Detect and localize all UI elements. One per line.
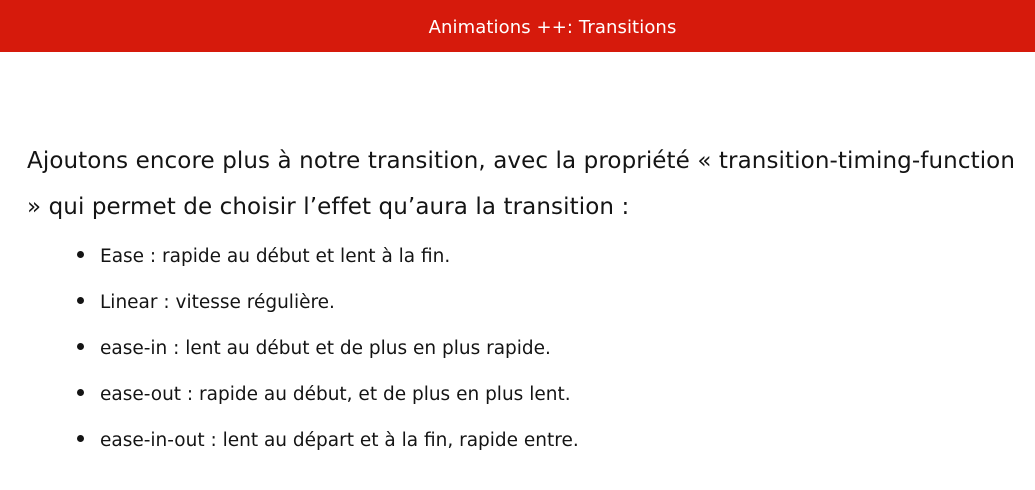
slide-content: Ajoutons encore plus à notre transition,… [27, 138, 1027, 464]
list-item: Linear : vitesse régulière. [77, 280, 1027, 326]
list-item-text: ease-in-out : lent au départ et à la fin… [100, 430, 579, 451]
slide-header-bar: Animations ++: Transitions [0, 0, 1035, 52]
list-item-text: Linear : vitesse régulière. [100, 292, 335, 313]
bullet-icon [77, 435, 84, 442]
timing-function-list: Ease : rapide au début et lent à la fin.… [27, 234, 1027, 464]
list-item-text: Ease : rapide au début et lent à la fin. [100, 246, 451, 267]
list-item-text: ease-in : lent au début et de plus en pl… [100, 338, 551, 359]
bullet-icon [77, 389, 84, 396]
list-item: ease-in-out : lent au départ et à la fin… [77, 418, 1027, 464]
intro-paragraph: Ajoutons encore plus à notre transition,… [27, 148, 1016, 220]
list-item: Ease : rapide au début et lent à la fin. [77, 234, 1027, 280]
bullet-icon [77, 343, 84, 350]
bullet-icon [77, 297, 84, 304]
list-item: ease-in : lent au début et de plus en pl… [77, 326, 1027, 372]
list-item: ease-out : rapide au début, et de plus e… [77, 372, 1027, 418]
slide-title: Animations ++: Transitions [428, 16, 677, 38]
bullet-icon [77, 251, 84, 258]
list-item-text: ease-out : rapide au début, et de plus e… [100, 384, 571, 405]
